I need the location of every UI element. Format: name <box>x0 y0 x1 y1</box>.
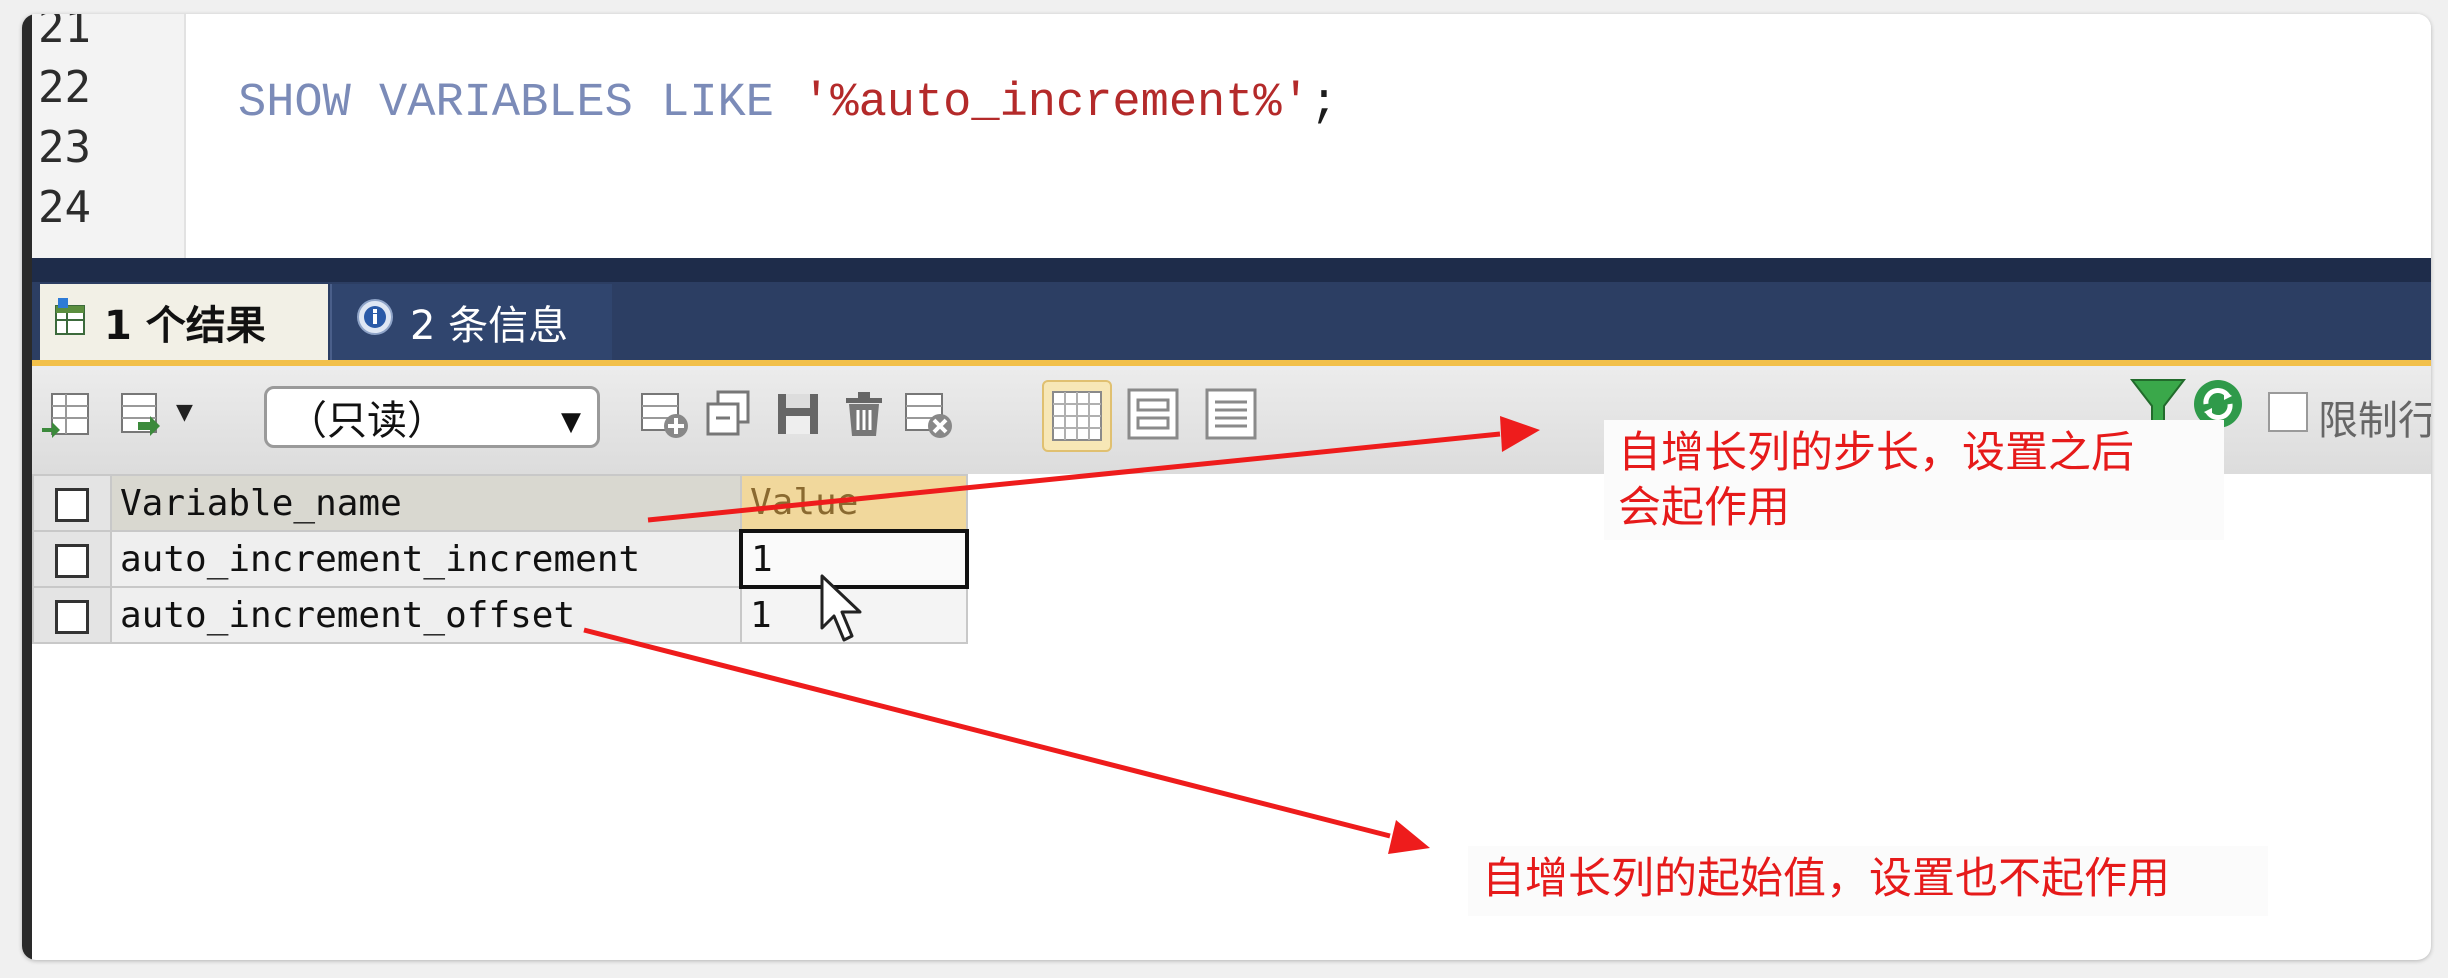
increment-arrow <box>647 416 1540 523</box>
offset-arrow <box>583 627 1430 854</box>
annotation-arrows <box>583 416 1540 854</box>
